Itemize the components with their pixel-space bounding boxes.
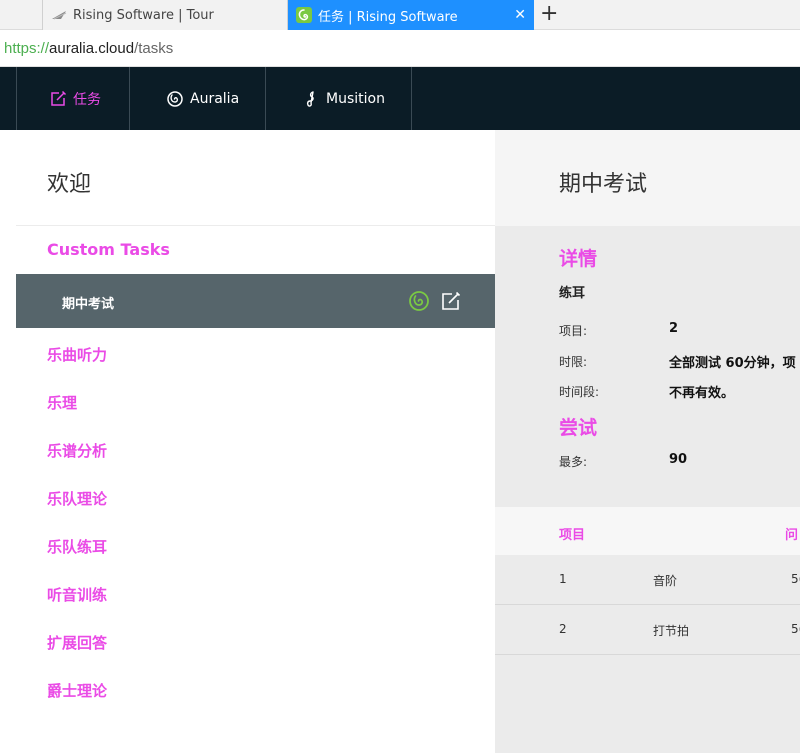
task-row-label: 期中考试 xyxy=(62,297,115,312)
browser-tab-title: Rising Software | Tour xyxy=(73,7,214,23)
category-item[interactable]: 乐队理论 xyxy=(47,488,107,509)
browser-tab-tasks[interactable]: 任务 | Rising Software ✕ xyxy=(288,0,534,30)
details-heading: 详情 xyxy=(559,248,598,270)
table-header: 项目 问 xyxy=(495,507,800,555)
detail-value: 不再有效。 xyxy=(669,386,735,401)
detail-label: 时间段: xyxy=(559,385,600,399)
musition-icon xyxy=(302,90,320,108)
task-detail-panel: 期中考试 详情 练耳 项目: 2 时限: 全部测试 60分钟，项 时间段: 不再… xyxy=(495,130,800,753)
auralia-icon xyxy=(296,7,312,23)
category-item[interactable]: 爵士理论 xyxy=(47,680,107,701)
table-cell: 1 xyxy=(559,572,567,586)
table-row[interactable]: 1 音阶 5( xyxy=(495,555,800,605)
table-row[interactable]: 2 打节拍 5( xyxy=(495,605,800,655)
url-scheme: https:// xyxy=(4,40,50,57)
page-title: 期中考试 xyxy=(559,172,648,197)
category-item[interactable]: 扩展回答 xyxy=(47,632,107,653)
category-item[interactable]: 乐理 xyxy=(47,392,77,413)
table-cell: 音阶 xyxy=(653,574,678,588)
table-cell: 5( xyxy=(791,622,800,636)
detail-value: 2 xyxy=(669,321,679,336)
table-cell: 5( xyxy=(791,572,800,586)
new-tab-button[interactable]: + xyxy=(540,3,558,25)
nav-item-label: 任务 xyxy=(73,91,101,108)
attempt-value: 90 xyxy=(669,452,688,467)
edit-icon xyxy=(49,90,67,108)
edit-icon[interactable] xyxy=(440,290,462,312)
nav-item-musition[interactable]: Musition xyxy=(266,67,412,130)
detail-value: 全部测试 60分钟，项 xyxy=(669,356,796,371)
browser-tab-title: 任务 | Rising Software xyxy=(318,9,458,25)
category-item[interactable]: 乐谱分析 xyxy=(47,440,107,461)
nav-item-tasks[interactable]: 任务 xyxy=(16,67,130,130)
welcome-heading: 欢迎 xyxy=(47,172,92,197)
category-item[interactable]: 听音训练 xyxy=(47,584,107,605)
details-subtitle: 练耳 xyxy=(559,286,586,301)
auralia-icon xyxy=(166,90,184,108)
auralia-icon[interactable] xyxy=(408,290,430,312)
browser-tab-strip: Rising Software | Tour 任务 | Rising Softw… xyxy=(0,0,800,30)
custom-tasks-heading[interactable]: Custom Tasks xyxy=(47,240,170,259)
divider xyxy=(16,225,495,226)
task-list-panel: 欢迎 Custom Tasks 期中考试 乐曲听力 乐理 乐谱分析 乐队理论 乐… xyxy=(16,130,495,753)
address-bar[interactable]: https://auralia.cloud/tasks xyxy=(0,30,800,67)
task-row-selected[interactable]: 期中考试 xyxy=(16,274,495,328)
nav-item-auralia[interactable]: Auralia xyxy=(130,67,266,130)
browser-tab-tour[interactable]: Rising Software | Tour xyxy=(42,0,288,30)
close-icon[interactable]: ✕ xyxy=(514,7,526,23)
rising-software-logo-icon xyxy=(51,7,67,23)
app-nav: 任务 Auralia Musition xyxy=(0,67,800,130)
attempts-heading: 尝试 xyxy=(559,417,598,439)
nav-item-label: Musition xyxy=(326,90,385,107)
detail-label: 项目: xyxy=(559,324,588,338)
detail-label: 时限: xyxy=(559,355,588,369)
detail-header: 期中考试 xyxy=(495,130,800,226)
table-cell: 打节拍 xyxy=(653,624,690,638)
url-path: /tasks xyxy=(134,40,174,57)
category-item[interactable]: 乐曲听力 xyxy=(47,344,107,365)
table-cell: 2 xyxy=(559,622,567,636)
url-host: auralia.cloud xyxy=(49,40,135,57)
column-header[interactable]: 问 xyxy=(785,524,798,543)
column-header[interactable]: 项目 xyxy=(559,524,585,543)
nav-item-label: Auralia xyxy=(190,90,240,107)
attempt-label: 最多: xyxy=(559,455,588,469)
category-item[interactable]: 乐队练耳 xyxy=(47,536,107,557)
